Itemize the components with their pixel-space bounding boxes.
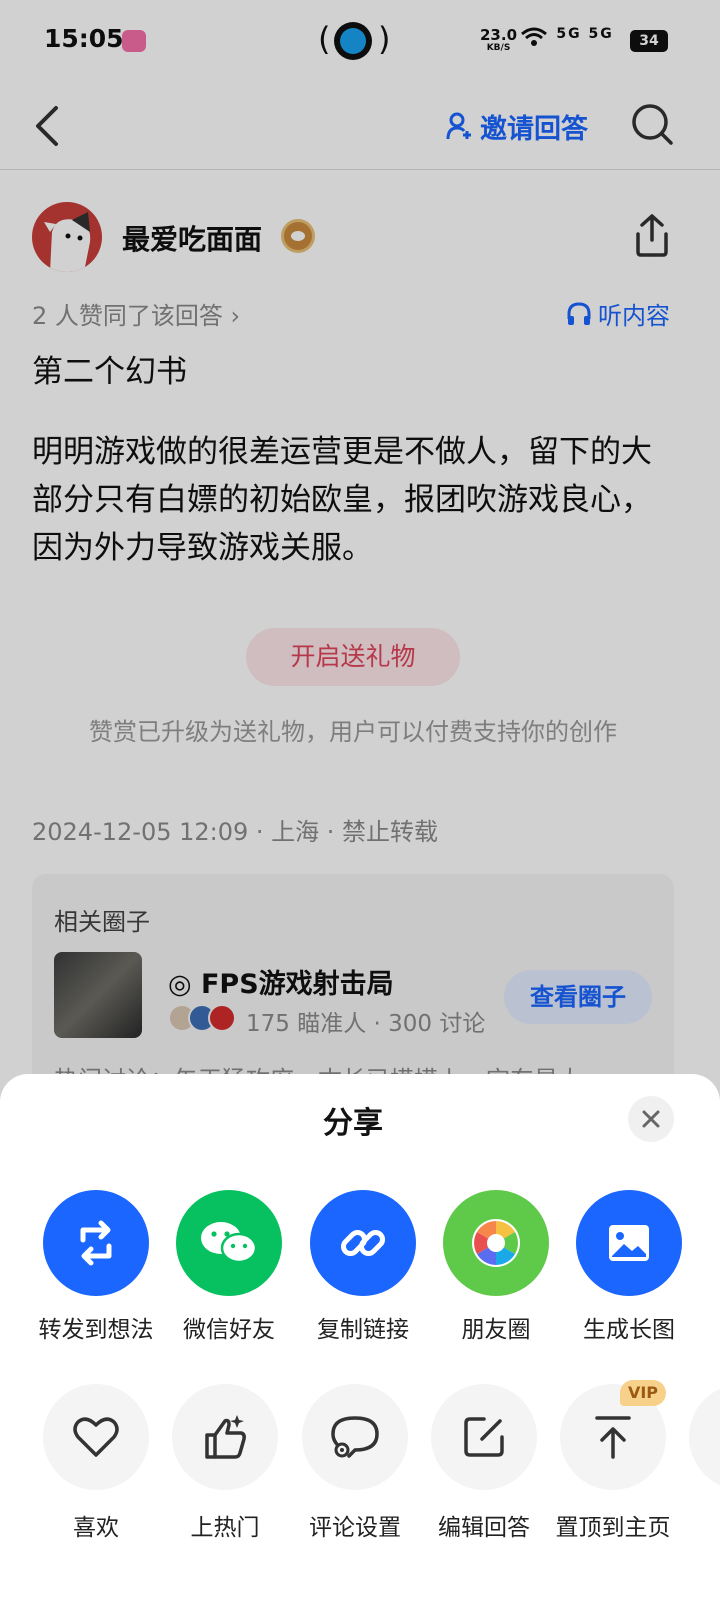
share-long-image-button[interactable]: 生成长图 [562, 1190, 696, 1344]
action-icon-circle [172, 1384, 278, 1490]
share-target-label: 朋友圈 [461, 1317, 531, 1343]
share-target-label: 复制链接 [317, 1317, 409, 1343]
like-button[interactable]: 喜欢 [30, 1384, 162, 1542]
action-icon-circle: VIP [560, 1380, 666, 1490]
action-icon-circle [43, 1384, 149, 1490]
share-target-label: 转发到想法 [38, 1317, 154, 1343]
action-icon-circle [689, 1384, 720, 1490]
pin-to-profile-button[interactable]: VIP 置顶到主页 [547, 1380, 679, 1542]
thumbs-up-icon [205, 1415, 246, 1459]
vip-badge: VIP [620, 1380, 666, 1406]
action-label: 喜欢 [73, 1515, 119, 1541]
action-icon-circle [431, 1384, 537, 1490]
action-label: 上热门 [190, 1515, 260, 1541]
link-icon [340, 1229, 386, 1257]
share-icon-circle [176, 1190, 282, 1296]
close-icon [642, 1110, 660, 1128]
action-label: 收藏 [676, 1508, 720, 1542]
share-sheet: 分享 转发到想法 微信好友 复制链接 朋友圈 生成长图 喜欢 上热门 评论设置 … [0, 1074, 720, 1600]
share-target-label: 微信好友 [183, 1317, 275, 1343]
image-icon [609, 1225, 649, 1261]
action-label: 编辑回答 [438, 1515, 530, 1541]
edit-icon [464, 1417, 504, 1457]
heart-icon [73, 1417, 119, 1457]
share-repost-button[interactable]: 转发到想法 [29, 1190, 163, 1344]
moments-icon [472, 1219, 520, 1267]
share-moments-button[interactable]: 朋友圈 [429, 1190, 563, 1344]
action-label: 置顶到主页 [555, 1515, 671, 1541]
boost-button[interactable]: 上热门 [159, 1384, 291, 1542]
collect-button[interactable]: 收藏 [676, 1384, 720, 1542]
share-icon-circle [310, 1190, 416, 1296]
sheet-title: 分享 [323, 1106, 383, 1141]
pin-top-icon [595, 1416, 631, 1459]
share-icon-circle [43, 1190, 149, 1296]
share-wechat-button[interactable]: 微信好友 [162, 1190, 296, 1344]
share-copy-link-button[interactable]: 复制链接 [296, 1190, 430, 1344]
share-icon-circle [443, 1190, 549, 1296]
close-button[interactable] [628, 1096, 674, 1142]
comment-settings-icon [331, 1416, 379, 1458]
wechat-icon [201, 1222, 258, 1264]
answer-page: 15:05 ( ) 23.0 KB/S 5G 5G 34 邀请回答 最爱吃面面 … [0, 0, 720, 1600]
share-icon-circle [576, 1190, 682, 1296]
repost-icon [80, 1220, 112, 1266]
comment-settings-button[interactable]: 评论设置 [289, 1384, 421, 1542]
action-label: 评论设置 [309, 1515, 401, 1541]
action-icon-circle [302, 1384, 408, 1490]
edit-answer-button[interactable]: 编辑回答 [418, 1384, 550, 1542]
share-target-label: 生成长图 [583, 1317, 675, 1343]
